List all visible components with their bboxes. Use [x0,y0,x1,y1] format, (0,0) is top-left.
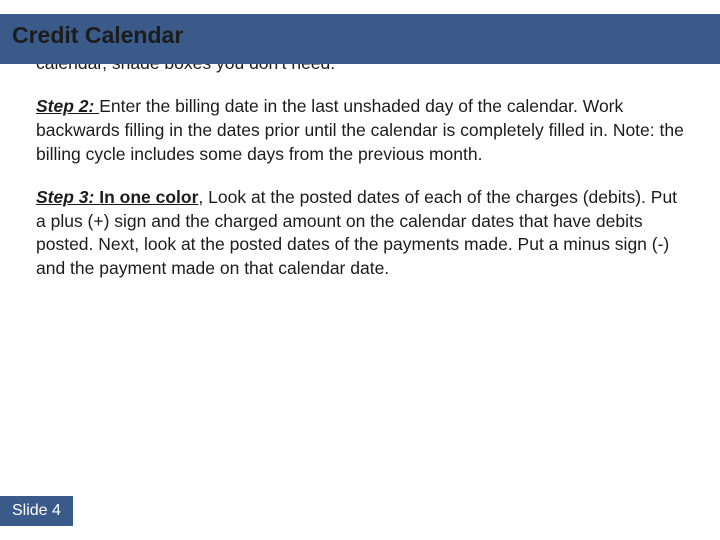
slide-title: Credit Calendar [12,22,183,49]
step-3-emphasis: In one color [99,187,198,207]
slide-number: Slide 4 [0,496,73,526]
step-2: Step 2: Enter the billing date in the la… [36,95,684,166]
step-3: Step 3: In one color, Look at the posted… [36,186,684,281]
step-2-text: Enter the billing date in the last unsha… [36,96,684,163]
step-3-label: Step 3: [36,187,99,207]
step-2-label: Step 2: [36,96,99,116]
